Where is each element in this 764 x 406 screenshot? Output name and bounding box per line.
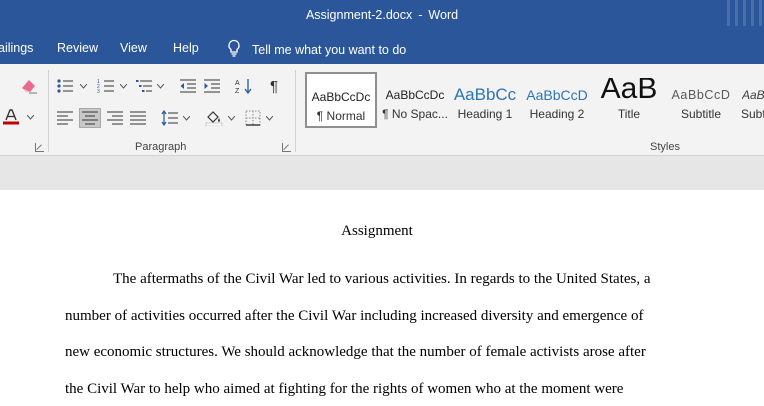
sort-icon: AZ <box>235 79 252 94</box>
align-left-button[interactable] <box>54 108 76 128</box>
bullets-dropdown[interactable] <box>80 84 87 89</box>
increase-indent-icon <box>204 79 220 93</box>
document-line: number of activities occurred after the … <box>65 308 644 324</box>
svg-text:A: A <box>235 80 240 87</box>
font-color-icon <box>3 109 19 125</box>
style-sample: AaBbCc <box>453 85 517 104</box>
shading-button[interactable] <box>203 108 225 128</box>
style-subtle-emphasis[interactable]: AaBbCcD Subt <box>737 72 764 128</box>
style-no-spacing[interactable]: AaBbCcDc ¶ No Spac... <box>379 72 451 128</box>
numbered-list-icon: 123 <box>97 79 114 94</box>
style-name: Subt <box>741 107 764 121</box>
style-sample: AaBbCcD <box>526 87 588 103</box>
increase-indent-button[interactable] <box>201 76 223 96</box>
style-sample: AaBbCcDc <box>385 88 445 102</box>
style-heading-2[interactable]: AaBbCcD Heading 2 <box>521 72 593 128</box>
style-subtitle[interactable]: AaBbCcD Subtitle <box>665 72 737 128</box>
svg-text:Z: Z <box>235 88 240 94</box>
document-line: The aftermaths of the Civil War led to v… <box>113 271 651 287</box>
tell-me-search[interactable]: Tell me what you want to do <box>226 39 406 60</box>
tell-me-text: Tell me what you want to do <box>252 42 407 57</box>
borders-dropdown[interactable] <box>266 116 273 121</box>
numbering-button[interactable]: 123 <box>95 76 117 96</box>
document-line: the Civil War to help who aimed at fight… <box>65 381 624 397</box>
line-spacing-dropdown[interactable] <box>183 116 190 121</box>
style-name: Heading 2 <box>529 107 585 121</box>
title-bar-decoration <box>727 0 762 26</box>
align-right-button[interactable] <box>104 108 126 128</box>
line-spacing-icon <box>161 110 178 126</box>
decrease-indent-button[interactable] <box>177 76 199 96</box>
justify-button[interactable] <box>127 108 149 128</box>
style-name: ¶ No Spac... <box>382 107 448 121</box>
styles-group-label: Styles <box>650 141 680 153</box>
clear-formatting-button[interactable] <box>18 76 40 96</box>
svg-text:3: 3 <box>97 89 100 94</box>
ribbon-tab-bar: ailings Review View Help Tell me what yo… <box>0 33 764 64</box>
style-sample: AaBbCcDc <box>311 90 371 104</box>
tab-mailings[interactable]: ailings <box>0 41 33 55</box>
multilevel-list-dropdown[interactable] <box>157 84 164 89</box>
title-separator: - <box>418 8 423 22</box>
app-name: Word <box>428 8 459 22</box>
document-gap <box>0 157 764 190</box>
style-heading-1[interactable]: AaBbCc Heading 1 <box>449 72 521 128</box>
decrease-indent-icon <box>180 79 196 93</box>
show-formatting-marks-button[interactable]: ¶ <box>263 76 285 96</box>
window-title: Assignment-2.docx - Word <box>0 8 764 22</box>
document-title: Assignment <box>341 223 413 239</box>
sort-button[interactable]: AZ <box>233 76 255 96</box>
multilevel-list-icon <box>136 80 152 92</box>
align-left-icon <box>57 111 73 125</box>
tab-help[interactable]: Help <box>173 41 199 55</box>
paragraph-dialog-launcher[interactable] <box>282 143 291 152</box>
tab-review[interactable]: Review <box>57 41 98 55</box>
eraser-icon <box>22 80 37 94</box>
align-center-button[interactable] <box>79 108 101 128</box>
borders-icon <box>245 110 261 126</box>
title-bar: Assignment-2.docx - Word <box>0 0 764 33</box>
borders-button[interactable] <box>242 108 264 128</box>
font-dialog-launcher[interactable] <box>35 143 44 152</box>
ribbon: 123 AZ ¶ Paragraph AaBbCcDc ¶ Normal AaB… <box>0 64 764 156</box>
font-color-button[interactable] <box>0 107 22 127</box>
paragraph-group-label: Paragraph <box>135 141 187 153</box>
style-title[interactable]: AaB Title <box>593 72 665 128</box>
style-name: Title <box>617 107 641 121</box>
document-name: Assignment-2.docx <box>305 8 413 22</box>
bullet-list-icon <box>57 79 73 93</box>
shading-dropdown[interactable] <box>228 116 235 121</box>
group-separator <box>48 70 49 152</box>
style-normal[interactable]: AaBbCcDc ¶ Normal <box>305 72 377 128</box>
group-separator <box>295 70 296 152</box>
font-color-dropdown[interactable] <box>27 115 34 120</box>
document-page[interactable]: Assignment The aftermaths of the Civil W… <box>0 190 764 406</box>
style-name: Heading 1 <box>457 107 513 121</box>
style-name: Subtitle <box>680 107 722 121</box>
paint-bucket-icon <box>205 111 223 126</box>
multilevel-list-button[interactable] <box>133 76 155 96</box>
style-sample: AaB <box>600 78 658 105</box>
tab-view[interactable]: View <box>120 41 147 55</box>
style-name: ¶ Normal <box>316 109 366 123</box>
lightbulb-icon <box>226 39 242 60</box>
line-spacing-button[interactable] <box>159 108 181 128</box>
bullets-button[interactable] <box>54 76 76 96</box>
align-center-icon <box>82 111 98 125</box>
align-right-icon <box>107 111 123 125</box>
style-sample: AaBbCcD <box>742 88 764 102</box>
numbering-dropdown[interactable] <box>120 84 127 89</box>
document-line: new economic structures. We should ackno… <box>65 344 646 360</box>
justify-icon <box>130 111 146 125</box>
style-sample: AaBbCcD <box>671 88 731 102</box>
